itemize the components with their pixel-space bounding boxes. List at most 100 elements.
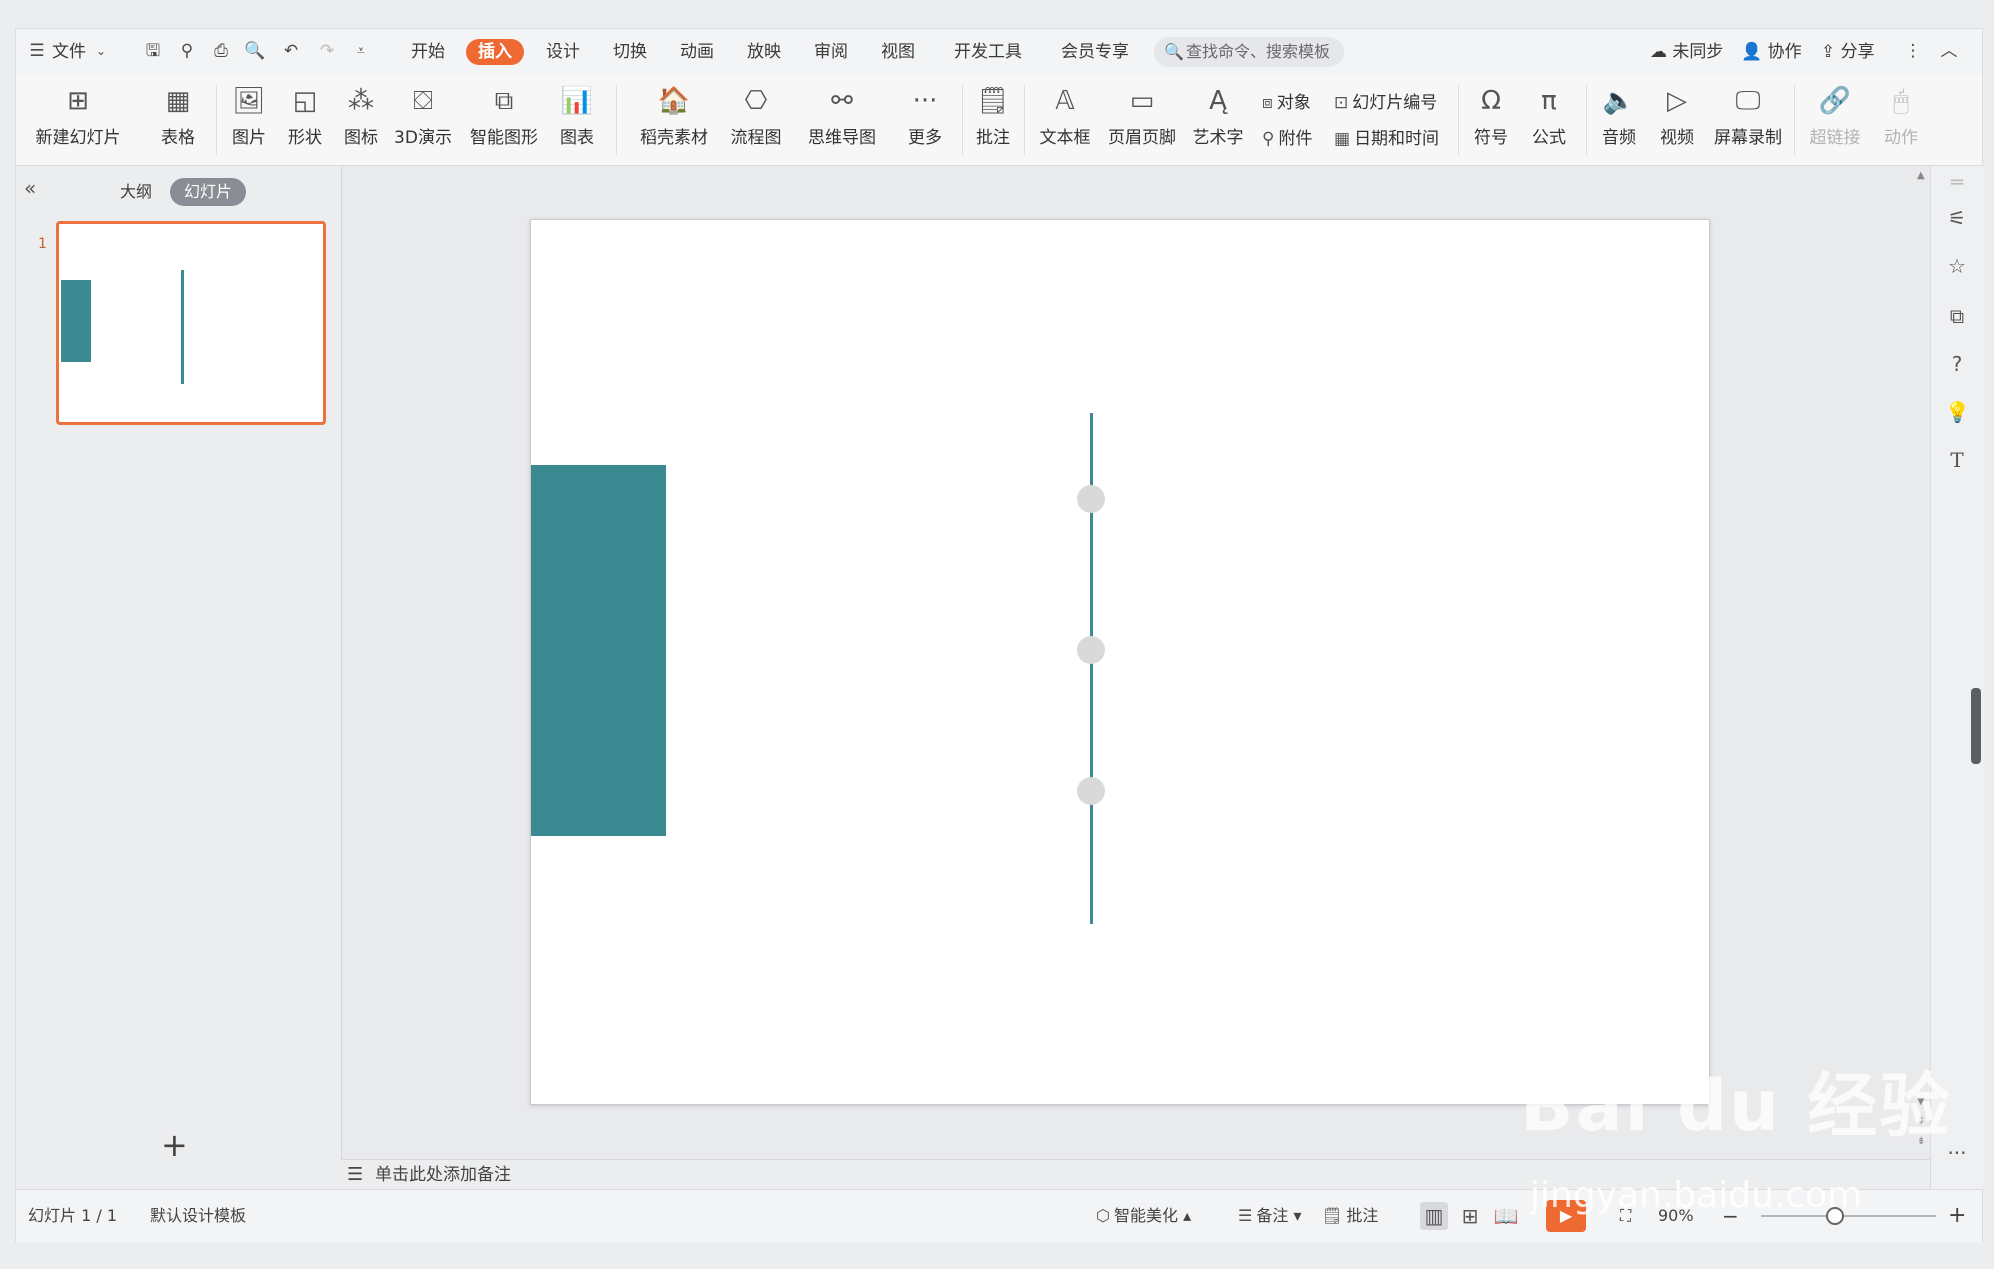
mindmap-label: 思维导图 — [808, 128, 876, 148]
tab-view[interactable]: 视图 — [881, 39, 915, 65]
scroll-up-icon[interactable]: ▲ — [1917, 170, 1925, 181]
right-sidebar: ═ ⚟ ☆ ⧉ ? 💡 T ··· — [1930, 166, 1983, 1189]
notes-icon: ☰ — [347, 1164, 364, 1185]
text-icon[interactable]: T — [1945, 448, 1969, 472]
sidebar-expand-handle[interactable] — [1971, 688, 1981, 764]
3d-label: 3D演示 — [394, 128, 452, 148]
screen-record-button[interactable]: 🖵 屏幕录制 — [1708, 79, 1788, 161]
insert-ribbon: ⊞ 新建幻灯片 ▦ 表格 🖼 图片 ◱ 形状 ⁂ 图标 ⛋ 3D演示 ⧉ 智能图… — [16, 75, 1982, 166]
collaborate-button[interactable]: 👤 协作 — [1741, 39, 1802, 65]
comment-button[interactable]: 🗒 批注 — [968, 79, 1018, 161]
collapse-ribbon-icon[interactable]: ︿ — [1938, 39, 1960, 63]
comments-toggle-button[interactable]: 🗒 批注 — [1322, 1204, 1378, 1228]
redo-icon[interactable]: ↷ — [316, 39, 338, 63]
command-search[interactable]: 🔍 查找命令、搜索模板 — [1154, 37, 1344, 67]
tab-slides[interactable]: 幻灯片 — [170, 178, 247, 206]
tab-outline[interactable]: 大纲 — [120, 178, 152, 206]
new-slide-button[interactable]: ⊞ 新建幻灯片 — [28, 79, 128, 161]
hyperlink-button[interactable]: 🔗 超链接 — [1800, 79, 1870, 161]
more-button[interactable]: ··· 更多 — [892, 79, 958, 161]
picture-button[interactable]: 🖼 图片 — [222, 79, 276, 161]
chart-button[interactable]: 📊 图表 — [550, 79, 604, 161]
symbol-button[interactable]: Ω 符号 — [1464, 79, 1518, 161]
header-footer-button[interactable]: ▭ 页眉页脚 — [1106, 79, 1178, 161]
video-button[interactable]: ▷ 视频 — [1650, 79, 1704, 161]
hamburger-menu-icon[interactable]: ☰ — [26, 39, 48, 63]
textbox-button[interactable]: 𝔸 文本框 — [1030, 79, 1100, 161]
icon-button[interactable]: ⁂ 图标 — [334, 79, 388, 161]
tab-slideshow[interactable]: 放映 — [747, 39, 781, 65]
slide-thumbnail[interactable] — [56, 221, 326, 425]
notes-toggle-button[interactable]: ☰ 备注 ▾ — [1238, 1204, 1301, 1228]
slide-sorter-icon[interactable]: ⊞ — [1456, 1202, 1484, 1230]
print-preview-icon[interactable]: 🔍 — [244, 39, 266, 63]
template-name[interactable]: 默认设计模板 — [150, 1204, 246, 1228]
collapse-panel-icon[interactable]: « — [24, 176, 36, 200]
print-icon[interactable]: ⎙ — [210, 39, 232, 63]
format-painter-icon[interactable]: ⚲ — [176, 39, 198, 63]
teal-rectangle-shape[interactable] — [531, 465, 666, 836]
formula-button[interactable]: π 公式 — [1522, 79, 1576, 161]
lightbulb-icon[interactable]: 💡 — [1945, 400, 1970, 424]
zoom-in-icon[interactable]: + — [1948, 1204, 1966, 1228]
smartart-label: 智能图形 — [470, 128, 538, 148]
cube-icon: ⬡ — [1096, 1206, 1110, 1225]
tab-member[interactable]: 会员专享 — [1061, 39, 1129, 65]
watermark-url: jingyan.baidu.com — [1530, 1175, 1863, 1216]
tab-insert[interactable]: 插入 — [466, 39, 524, 65]
slide-number-button[interactable]: ⊡ 幻灯片编号 — [1334, 89, 1437, 117]
vertical-scrollbar[interactable]: ▲ ▼ ⇞ ⇟ — [1913, 166, 1929, 1159]
tab-transitions[interactable]: 切换 — [613, 39, 647, 65]
copy-layout-icon[interactable]: ⧉ — [1945, 304, 1969, 328]
symbol-label: 符号 — [1474, 128, 1508, 148]
flowchart-button[interactable]: ⎔ 流程图 — [720, 79, 792, 161]
slide-canvas[interactable] — [530, 219, 1710, 1105]
table-button[interactable]: ▦ 表格 — [150, 79, 206, 161]
file-menu[interactable]: 文件 — [52, 39, 86, 65]
save-icon[interactable]: 🖫 — [142, 39, 164, 63]
smart-beautify-button[interactable]: ⬡ 智能美化 ▴ — [1096, 1204, 1191, 1228]
material-button[interactable]: 🏠 稻壳素材 — [634, 79, 714, 161]
flowchart-label: 流程图 — [730, 128, 782, 148]
chart-icon: 📊 — [560, 86, 594, 116]
textbox-label: 文本框 — [1039, 128, 1091, 148]
tab-design[interactable]: 设计 — [546, 39, 580, 65]
add-slide-plus-icon[interactable]: + — [161, 1126, 188, 1164]
sync-status-button[interactable]: ☁ 未同步 — [1650, 39, 1723, 65]
date-time-button[interactable]: ▦ 日期和时间 — [1334, 125, 1439, 153]
audio-button[interactable]: 🔈 音频 — [1592, 79, 1646, 161]
customize-toolbar-icon[interactable]: ⩡ — [350, 39, 372, 63]
attachment-label: 附件 — [1278, 129, 1313, 149]
timeline-dot[interactable] — [1077, 485, 1105, 513]
smartart-button[interactable]: ⧉ 智能图形 — [462, 79, 546, 161]
mindmap-button[interactable]: ⚯ 思维导图 — [796, 79, 888, 161]
drag-handle-icon[interactable]: ═ — [1945, 170, 1969, 194]
timeline-dot[interactable] — [1077, 777, 1105, 805]
object-button[interactable]: ⧈ 对象 — [1262, 89, 1311, 117]
tab-animation[interactable]: 动画 — [680, 39, 714, 65]
mindmap-icon: ⚯ — [831, 86, 853, 116]
properties-icon[interactable]: ⚟ — [1945, 206, 1969, 230]
undo-icon[interactable]: ↶ — [280, 39, 302, 63]
shape-button[interactable]: ◱ 形状 — [278, 79, 332, 161]
normal-view-icon[interactable]: ▥ — [1420, 1202, 1448, 1230]
share-button[interactable]: ⇪ 分享 — [1821, 39, 1875, 65]
star-icon[interactable]: ☆ — [1945, 254, 1969, 278]
reading-view-icon[interactable]: 📖 — [1492, 1202, 1520, 1230]
timeline-dot[interactable] — [1077, 636, 1105, 664]
wordart-button[interactable]: Ą 艺术字 — [1182, 79, 1254, 161]
tab-developer[interactable]: 开发工具 — [954, 39, 1022, 65]
attachment-button[interactable]: ⚲ 附件 — [1262, 125, 1312, 153]
material-label: 稻壳素材 — [640, 128, 708, 148]
tab-home[interactable]: 开始 — [411, 39, 445, 65]
more-options-icon[interactable]: ⋮ — [1902, 39, 1924, 63]
comments-toggle-label: 批注 — [1346, 1206, 1379, 1225]
tab-review[interactable]: 审阅 — [814, 39, 848, 65]
help-icon[interactable]: ? — [1945, 352, 1969, 376]
action-label: 动作 — [1884, 128, 1918, 148]
3d-presentation-button[interactable]: ⛋ 3D演示 — [390, 79, 456, 161]
mouse-icon: 🖱 — [1893, 86, 1909, 116]
action-button[interactable]: 🖱 动作 — [1876, 79, 1926, 161]
cloud-icon: ☁ — [1650, 42, 1667, 62]
chevron-down-icon[interactable]: ⌄ — [90, 39, 112, 63]
